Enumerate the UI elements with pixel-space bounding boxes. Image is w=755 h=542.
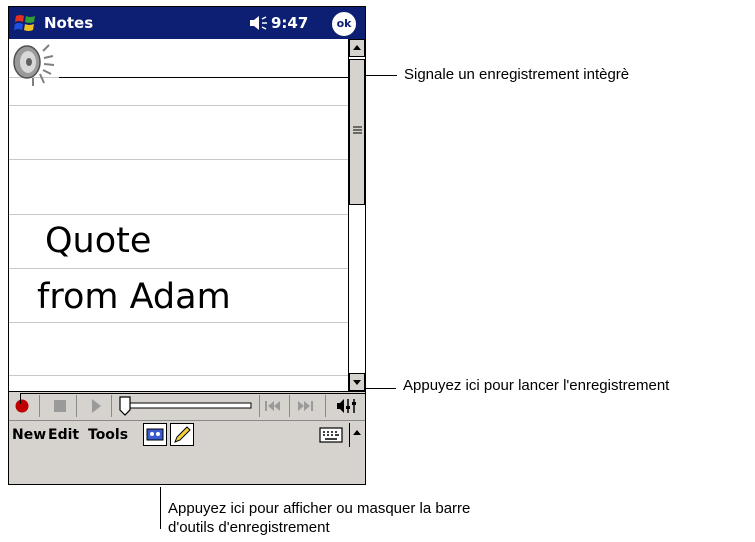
toolbar-separator [39, 395, 40, 417]
ok-button[interactable]: ok [332, 12, 356, 36]
command-bar: New Edit Tools [9, 420, 365, 484]
windows-flag-icon[interactable] [14, 12, 38, 34]
ruled-line [9, 214, 348, 215]
note-text-line[interactable]: from Adam [37, 277, 231, 317]
callout-line [366, 388, 396, 389]
menu-new[interactable]: New [12, 427, 46, 443]
volume-control-icon[interactable] [336, 397, 358, 415]
grip-icon [353, 126, 362, 134]
cassette-icon [146, 428, 164, 441]
ruled-line [9, 268, 348, 269]
play-icon[interactable] [88, 398, 104, 414]
ruled-line [9, 159, 348, 160]
toolbar-separator [259, 395, 260, 417]
callout-line [20, 393, 21, 404]
menu-tools[interactable]: Tools [88, 427, 128, 443]
toolbar-separator [325, 395, 326, 417]
callout-start-recording: Appuyez ici pour lancer l'enregistrement [403, 377, 670, 394]
callout-connector [59, 77, 348, 78]
record-icon[interactable] [14, 398, 30, 414]
callout-toggle-toolbar-line: Appuyez ici pour afficher ou masquer la … [168, 500, 471, 517]
skip-back-icon[interactable] [264, 399, 282, 413]
ruled-line [9, 105, 348, 106]
keyboard-icon[interactable] [319, 426, 343, 444]
pocket-pc-screen: Notes 9:47 ok Quote from Adam New Edit T… [8, 6, 366, 485]
pen-icon [174, 426, 191, 443]
toolbar-separator [76, 395, 77, 417]
callout-toggle-toolbar: Appuyez ici pour afficher ou masquer la … [168, 499, 608, 537]
stop-icon[interactable] [52, 398, 68, 414]
scroll-thumb[interactable] [349, 59, 365, 205]
skip-forward-icon[interactable] [296, 399, 314, 413]
note-writing-area[interactable]: Quote from Adam [9, 39, 348, 391]
recording-toolbar [9, 391, 365, 420]
ruled-line [9, 322, 348, 323]
recording-toolbar-toggle-button[interactable] [143, 423, 167, 446]
speaker-volume-icon[interactable] [248, 14, 270, 32]
callout-line [20, 393, 366, 394]
triangle-up-icon [353, 45, 361, 50]
toolbar-separator [111, 395, 112, 417]
callout-toggle-toolbar-line: d'outils d'enregistrement [168, 519, 330, 536]
ruled-line [9, 375, 348, 376]
app-title: Notes [44, 14, 94, 32]
title-bar: Notes 9:47 ok [9, 7, 365, 39]
callout-line [160, 487, 161, 529]
triangle-down-icon [353, 380, 361, 385]
toolbar-separator [289, 395, 290, 417]
playback-position-slider[interactable] [117, 395, 253, 417]
menu-edit[interactable]: Edit [48, 427, 79, 443]
scroll-up-button[interactable] [349, 39, 365, 57]
pen-button[interactable] [170, 423, 194, 446]
vertical-scrollbar[interactable] [348, 39, 365, 391]
callout-embedded-recording: Signale un enregistrement intègrè [404, 66, 630, 83]
clock[interactable]: 9:47 [271, 14, 308, 32]
speaker-recording-icon[interactable] [11, 42, 59, 88]
triangle-up-icon [353, 430, 361, 435]
note-text-line[interactable]: Quote [45, 221, 151, 261]
callout-line [366, 75, 397, 76]
input-method-arrow-button[interactable] [349, 423, 364, 447]
scroll-down-button[interactable] [349, 373, 365, 391]
